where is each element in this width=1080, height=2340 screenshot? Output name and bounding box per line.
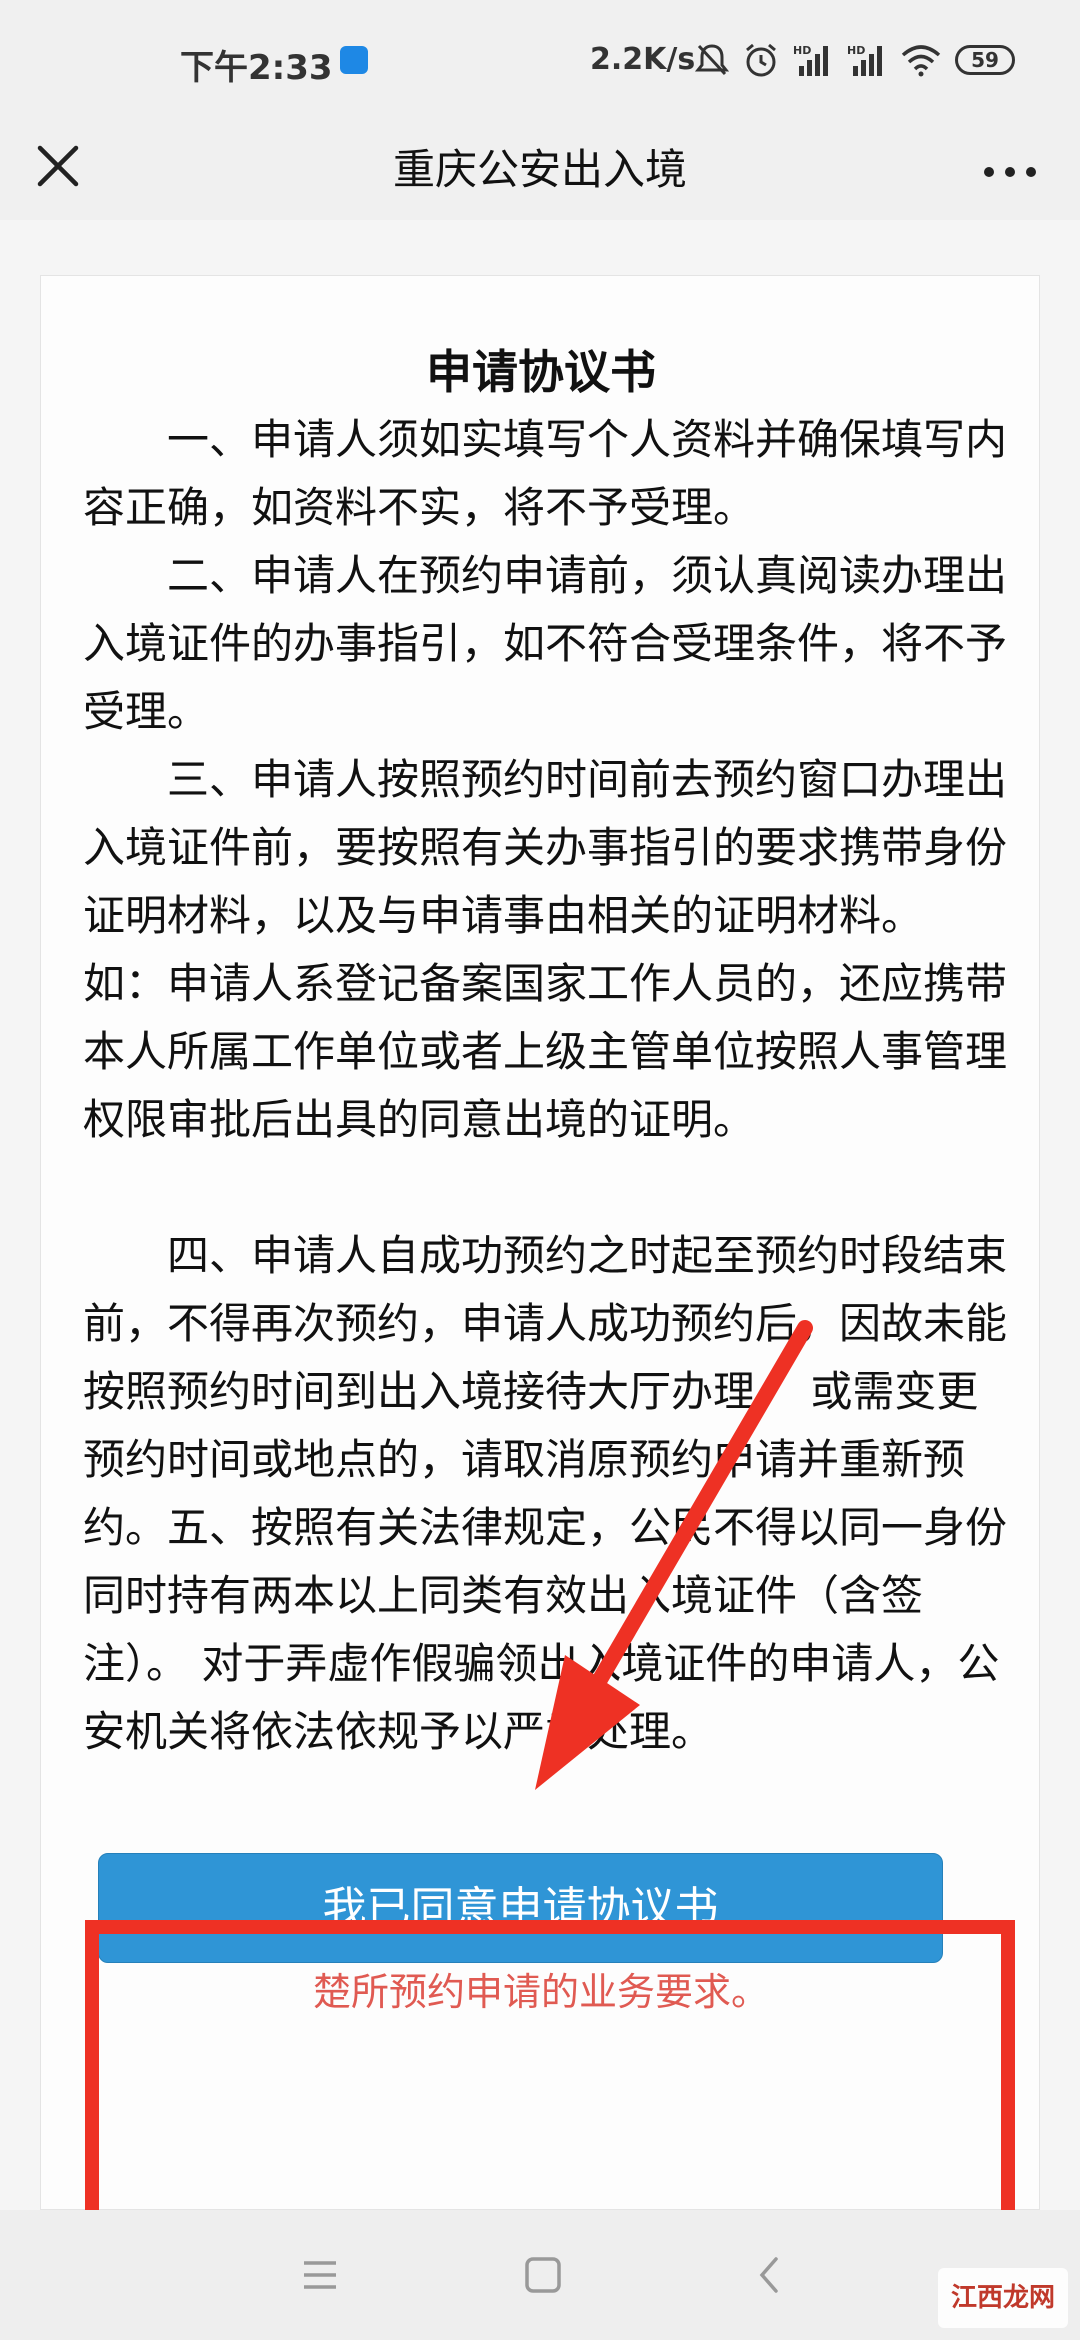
app-notification-icon: [340, 46, 368, 74]
hd-signal-icon: HD: [793, 44, 828, 76]
status-time: 下午2:33: [180, 48, 333, 88]
page-title: 重庆公安出入境: [392, 145, 687, 194]
mute-icon: [695, 44, 729, 76]
agreement-paragraph-2: 二、申请人在预约申请前，须认真阅读办理出入境证件的办事指引，如不符合受理条件，将…: [83, 551, 1008, 736]
title-bar: 重庆公安出入境: [0, 120, 1080, 220]
battery-icon: 59: [955, 45, 1015, 75]
svg-text:HD: HD: [793, 44, 811, 57]
status-icons: HD HD 59: [695, 40, 1015, 80]
hd-signal-icon: HD: [847, 44, 882, 76]
agreement-paragraph-5: 五、按照有关法律规定，公民不得以同一身份同时持有两本以上同类有效出入境证件（含签…: [83, 1503, 1008, 1756]
agreement-title: 申请协议书: [426, 345, 656, 399]
alarm-icon: [746, 43, 776, 77]
home-icon[interactable]: [513, 2245, 573, 2305]
system-nav-bar: [0, 2210, 1080, 2340]
menu-icon[interactable]: [290, 2245, 350, 2305]
status-bar: 下午2:33 2.2K/s HD HD 59: [0, 0, 1080, 120]
close-icon[interactable]: [28, 136, 88, 196]
network-speed: 2.2K/s: [590, 42, 696, 77]
agreement-paragraph-3: 三、申请人按照预约时间前去预约窗口办理出入境证件前，要按照有关办事指引的要求携带…: [83, 755, 1008, 1144]
agreement-paragraph-1: 一、申请人须如实填写个人资料并确保填写内容正确，如资料不实，将不予受理。: [83, 415, 1008, 532]
more-icon[interactable]: [975, 142, 1045, 202]
watermark: 江西龙网: [938, 2268, 1068, 2328]
annotation-highlight-box: [85, 1920, 1015, 2238]
wifi-icon: [901, 45, 941, 77]
svg-text:HD: HD: [847, 44, 865, 57]
back-icon[interactable]: [740, 2245, 800, 2305]
